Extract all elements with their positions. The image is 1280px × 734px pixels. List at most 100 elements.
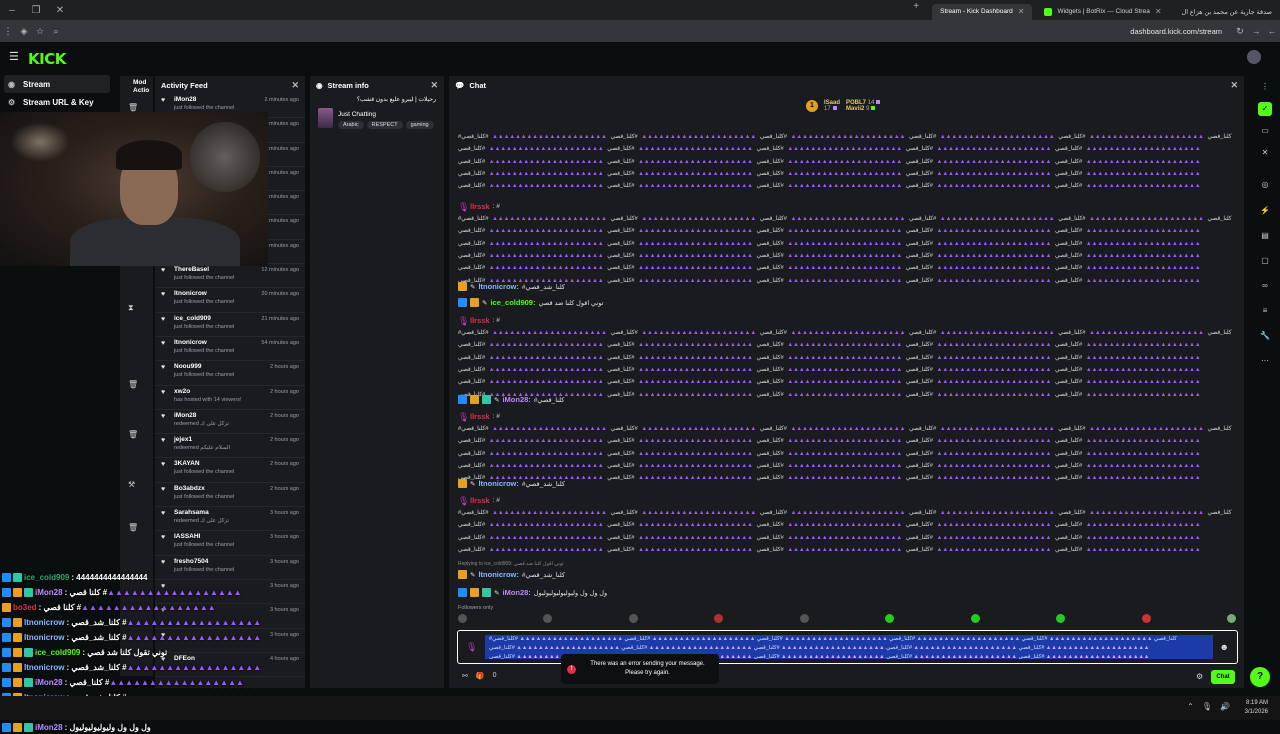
tab-kick-dashboard[interactable]: Stream - Kick Dashboard ✕ [932, 3, 1033, 20]
close-icon[interactable]: ✕ [1230, 80, 1238, 91]
chat-leaderboard: 1 ISaad 17 POBL7 14 Mavii2 9 [806, 100, 881, 112]
tab-arabic-page[interactable]: صدقة جارية عن محمد بن هزاع ال [1174, 4, 1280, 20]
close-tab-icon[interactable]: ✕ [1155, 7, 1162, 16]
avatar[interactable] [1247, 50, 1261, 64]
restore-icon[interactable]: ❐ [24, 5, 48, 16]
emoji-icon[interactable]: ☻ [1220, 642, 1229, 652]
feed-username[interactable]: fresho7504 [174, 558, 234, 565]
feed-username[interactable]: jejex1 [174, 436, 230, 443]
trash-icon[interactable]: 🗑 [128, 430, 138, 439]
chat-username[interactable]: ltnonicrow: [478, 479, 518, 488]
check-icon[interactable]: ✓ [1258, 102, 1272, 116]
mic-icon[interactable]: 🎙 [466, 642, 477, 653]
feed-username[interactable]: xw2o [174, 388, 242, 395]
chevron-up-icon[interactable]: ⌃ [1187, 702, 1194, 711]
nav-item-stream[interactable]: ◉ Stream [4, 75, 110, 93]
forward-icon[interactable]: → [1248, 26, 1264, 36]
emote[interactable] [628, 614, 638, 623]
trash-icon[interactable]: 🗑 [128, 380, 138, 389]
back-icon[interactable]: ← [1264, 26, 1280, 36]
nav-item-stream-url-key[interactable]: ⚙ Stream URL & Key [0, 93, 115, 111]
chat-username[interactable]: iMon28: [502, 395, 530, 404]
chat-username[interactable]: llrssk [470, 202, 490, 211]
chat-username[interactable]: ice_cold909: [490, 298, 535, 307]
trash-icon[interactable]: 🗑 [128, 523, 138, 532]
emote[interactable] [1226, 614, 1236, 623]
feed-text: Bo3abdzx just followed the channel [174, 485, 234, 506]
emote[interactable] [543, 614, 553, 623]
close-icon[interactable]: ✕ [291, 80, 299, 91]
share-icon[interactable]: ⋯ [1258, 354, 1272, 368]
taskbar-clock[interactable]: 8:19 AM 3/1/2026 [1245, 699, 1268, 717]
new-tab-icon[interactable]: + [904, 1, 928, 20]
chat-username[interactable]: llrssk [470, 496, 490, 505]
feed-username[interactable]: ltnonicrow [174, 339, 234, 346]
close-tab-icon[interactable]: ✕ [1018, 7, 1025, 16]
gift-icon[interactable]: 🎁 [476, 672, 485, 680]
close-icon[interactable]: ✕ [430, 80, 438, 91]
feed-username[interactable]: iMon28 [174, 96, 234, 103]
hamburger-menu-icon[interactable]: ☰ [9, 50, 19, 63]
feed-username[interactable]: ltnonicrow [174, 290, 234, 297]
overlay-chat-line: iMon28 : ول ول ول وليوليوليوليول [2, 720, 151, 734]
mic-icon[interactable]: 🎙 [1202, 702, 1212, 711]
tag-gaming[interactable]: gaming [405, 121, 434, 129]
feed-username[interactable]: IASSAHI [174, 533, 234, 540]
help-button[interactable]: ? [1250, 667, 1270, 687]
star-icon[interactable]: ☆ [32, 26, 48, 37]
emote[interactable] [714, 614, 724, 623]
chat-username[interactable]: llrssk [470, 412, 490, 421]
wrench-icon[interactable]: 🔧 [1258, 329, 1272, 343]
emote[interactable] [458, 614, 467, 623]
reload-icon[interactable]: ↻ [1232, 26, 1248, 37]
chat-username[interactable]: ltnonicrow: [478, 570, 518, 579]
emote[interactable] [970, 614, 980, 623]
category-name: Just Chatting [338, 111, 376, 118]
tab-botrix[interactable]: Widgets | BotRix — Cloud Strea ✕ [1036, 4, 1169, 20]
emote[interactable] [885, 614, 895, 623]
minimize-icon[interactable]: – [0, 5, 24, 16]
kick-logo[interactable]: KICK [28, 50, 66, 68]
layout-icon[interactable]: ▭ [1258, 124, 1272, 138]
menu-dots-icon[interactable]: ⋮ [0, 26, 16, 37]
chat-username[interactable]: iMon28: [502, 588, 530, 597]
emote[interactable] [1056, 614, 1066, 623]
bolt-icon[interactable]: ⚡ [1258, 204, 1272, 218]
link-icon[interactable]: ∞ [1258, 279, 1272, 293]
url-text[interactable]: dashboard.kick.com/stream [1130, 27, 1232, 36]
feed-username[interactable]: 3KAYAN [174, 460, 234, 467]
tag-arabic[interactable]: Arabic [338, 121, 364, 129]
hammer-icon[interactable]: ⚒ [128, 480, 135, 489]
mic-badge-icon: 🎙 [458, 496, 470, 506]
chat-settings-icon[interactable]: ⚙ [1196, 672, 1203, 681]
close-window-icon[interactable]: ✕ [48, 5, 72, 16]
volume-icon[interactable]: 🔊 [1220, 702, 1230, 711]
more-icon[interactable]: ⋮ [1258, 80, 1272, 94]
emote[interactable] [1141, 614, 1151, 623]
feed-username[interactable]: Noou999 [174, 363, 234, 370]
clipboard-icon[interactable]: ▤ [1258, 229, 1272, 243]
feed-username[interactable]: ThereBasel [174, 266, 234, 273]
zoom-icon[interactable]: ⌕ [48, 26, 64, 37]
feed-username[interactable]: Sarahsama [174, 509, 229, 516]
points-icon[interactable]: ⚯ [462, 672, 468, 680]
send-chat-button[interactable]: Chat [1211, 670, 1235, 684]
chat-icon[interactable]: ▢ [1258, 254, 1272, 268]
tag-respect[interactable]: RESPECT [366, 121, 403, 129]
feed-username[interactable]: iMon28 [174, 412, 229, 419]
emote[interactable] [799, 614, 809, 623]
trash-icon[interactable]: 🗑 [128, 103, 138, 112]
hourglass-icon[interactable]: ⧗ [128, 303, 134, 313]
chat-username[interactable]: llrssk [470, 316, 490, 325]
extensions-icon[interactable]: ◈ [16, 26, 32, 37]
overlay-chat-line: iMon28 : كلنا_قصي #▲▲▲▲▲▲▲▲▲▲▲▲▲▲▲▲▲ [2, 675, 245, 689]
feed-time: 54 minutes ago [261, 339, 299, 346]
feed-username[interactable]: Bo3abdzx [174, 485, 234, 492]
feed-username[interactable]: ice_cold909 [174, 315, 234, 322]
close-icon[interactable]: ✕ [1258, 146, 1272, 160]
feed-time: 3 hours ago [269, 558, 299, 565]
camera-icon[interactable]: ◎ [1258, 178, 1272, 192]
list-icon[interactable]: ≡ [1258, 304, 1272, 318]
chat-username[interactable]: ltnonicrow: [478, 282, 518, 291]
gear-icon: ⚙ [8, 97, 16, 107]
